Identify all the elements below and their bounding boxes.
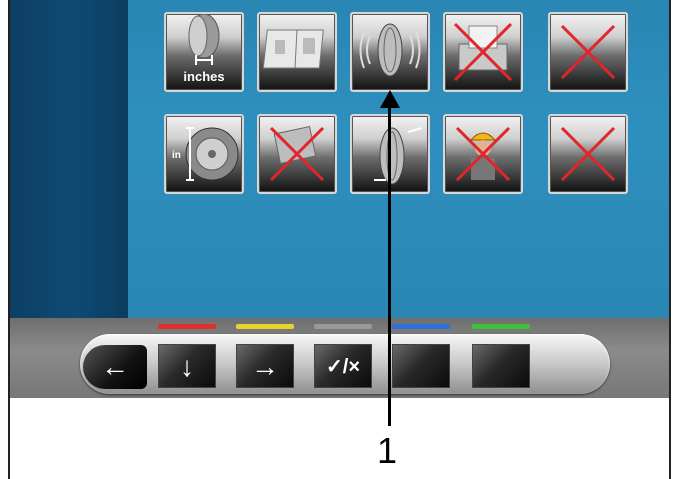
arrow-left-icon: ←	[101, 351, 129, 382]
rim-diameter-label: in	[172, 150, 181, 161]
rim-width-button[interactable]: inches	[164, 12, 244, 92]
rim-diameter-button[interactable]: in	[164, 114, 244, 194]
stripe-blue	[392, 324, 450, 329]
measurement-print-icon	[262, 29, 324, 69]
tyre-vibration-icon	[359, 23, 421, 77]
down-button[interactable]: ↓	[158, 344, 216, 388]
operator-disabled-icon	[455, 126, 511, 182]
blank-softkey-1[interactable]	[392, 344, 450, 388]
operator-disabled-button	[443, 114, 523, 194]
back-button[interactable]: ←	[83, 345, 147, 389]
stripe-grey	[314, 324, 372, 329]
rim-diameter-icon: in	[172, 127, 239, 181]
function-disabled-button	[257, 114, 337, 194]
disabled-icon	[560, 24, 616, 80]
callout-line	[388, 96, 391, 426]
callout-number: 1	[377, 430, 398, 471]
function-disabled-icon	[269, 125, 325, 182]
printer-disabled-button	[443, 12, 523, 92]
disabled-button-1	[548, 12, 628, 92]
stripe-red	[158, 324, 216, 329]
arrow-down-icon: ↓	[180, 351, 194, 382]
next-button[interactable]: →	[236, 344, 294, 388]
stripe-yellow	[236, 324, 294, 329]
measurement-print-button[interactable]	[257, 12, 337, 92]
disabled-icon	[560, 126, 616, 182]
disabled-button-2	[548, 114, 628, 194]
printer-disabled-icon	[453, 22, 513, 82]
sidebar-panel	[10, 0, 128, 318]
check-cross-icon: ✓/×	[326, 356, 360, 378]
stripe-green	[472, 324, 530, 329]
rim-width-label: inches	[183, 69, 225, 84]
tyre-vibration-button[interactable]	[350, 12, 430, 92]
toggle-button[interactable]: ✓/×	[314, 344, 372, 388]
arrow-right-icon: →	[251, 351, 279, 382]
blank-softkey-2[interactable]	[472, 344, 530, 388]
